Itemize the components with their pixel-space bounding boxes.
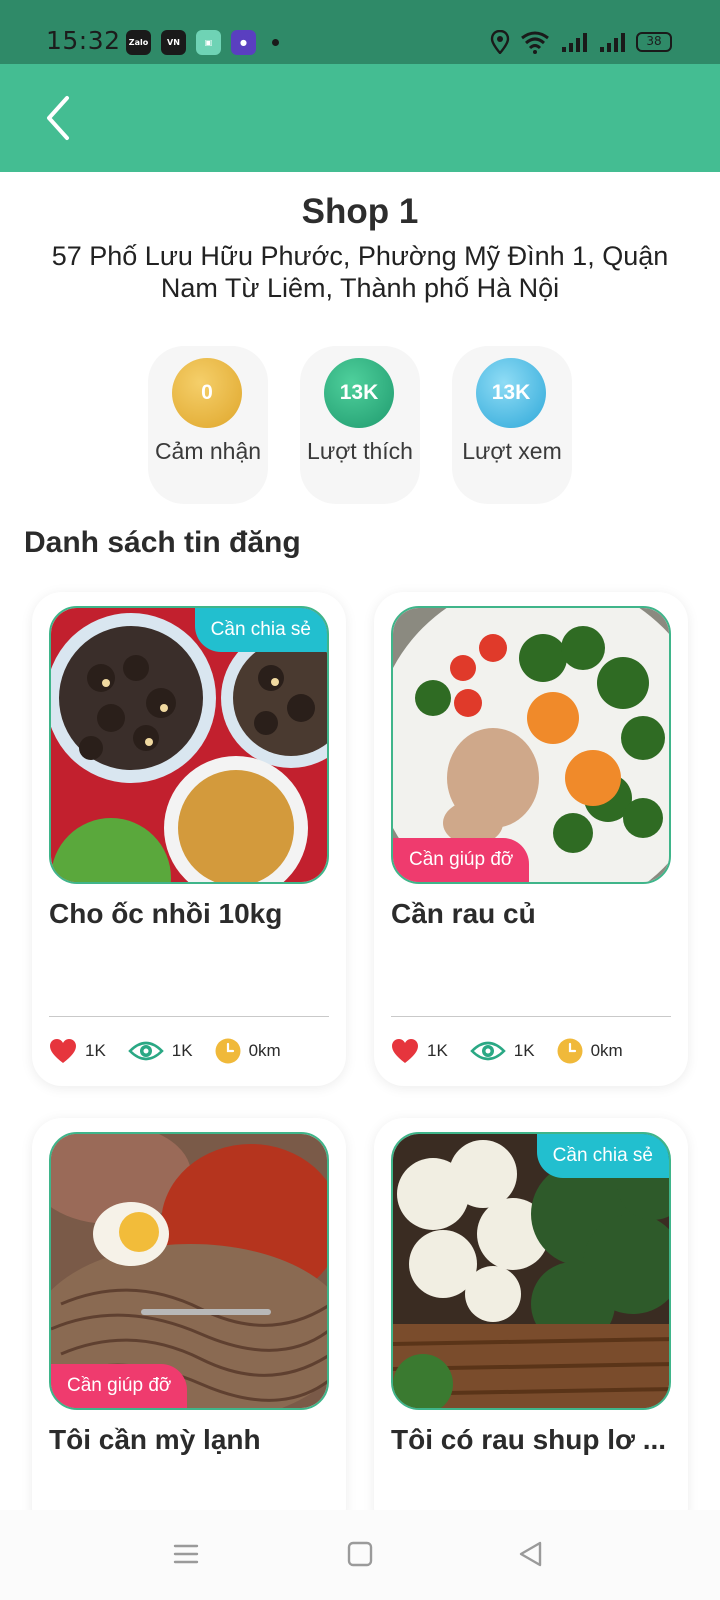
status-time: 15:32 bbox=[46, 26, 121, 55]
back-nav-button[interactable] bbox=[510, 1534, 550, 1574]
app-header bbox=[0, 64, 720, 172]
post-title: Cần rau củ bbox=[391, 898, 536, 929]
location-icon bbox=[490, 30, 510, 54]
post-title: Tôi cần mỳ lạnh bbox=[49, 1424, 261, 1455]
views-meta: 1K bbox=[470, 1039, 535, 1063]
views-meta: 1K bbox=[128, 1039, 193, 1063]
signal-icon bbox=[562, 33, 587, 52]
eye-icon bbox=[470, 1041, 506, 1061]
post-meta: 1K 1K 0km bbox=[391, 1038, 639, 1064]
post-title: Cho ốc nhồi 10kg bbox=[49, 898, 283, 929]
distance-meta: 0km bbox=[215, 1038, 281, 1064]
wifi-icon bbox=[521, 31, 549, 54]
stat-feedback[interactable]: 0 Cảm nhận bbox=[148, 346, 268, 504]
home-nav-button[interactable] bbox=[340, 1534, 380, 1574]
stat-views[interactable]: 13K Lượt xem bbox=[452, 346, 572, 504]
post-title: Tôi có rau shup lơ ... bbox=[391, 1424, 667, 1455]
signal-2-icon bbox=[600, 33, 625, 52]
battery-icon: 38 bbox=[636, 32, 672, 52]
status-badge: Cần chia sẻ bbox=[536, 1134, 669, 1178]
heart-icon bbox=[392, 1039, 418, 1063]
shop-name: Shop 1 bbox=[301, 192, 419, 231]
distance-value: 0km bbox=[590, 1041, 623, 1060]
stat-likes-label: Lượt thích bbox=[307, 438, 413, 464]
square-icon bbox=[347, 1541, 373, 1567]
stat-likes-value: 13K bbox=[324, 358, 394, 428]
stat-likes[interactable]: 13K Lượt thích bbox=[300, 346, 420, 504]
post-image: Cần giúp đỡ bbox=[49, 1132, 329, 1410]
post-card[interactable]: Cần giúp đỡ Tôi cần mỳ lạnh bbox=[32, 1118, 346, 1538]
system-nav-bar bbox=[0, 1510, 720, 1600]
divider bbox=[391, 1016, 671, 1017]
clock-icon bbox=[215, 1038, 241, 1064]
vn-app-icon: VN bbox=[161, 30, 186, 55]
views-count: 1K bbox=[513, 1041, 535, 1060]
shop-address: 57 Phố Lưu Hữu Phước, Phường Mỹ Đình 1, … bbox=[51, 241, 669, 303]
menu-icon bbox=[173, 1544, 199, 1564]
status-bar: 15:32 Zalo VN ▣ ● 38 bbox=[0, 0, 720, 64]
likes-count: 1K bbox=[85, 1041, 106, 1060]
triangle-back-icon bbox=[519, 1541, 542, 1567]
status-badge: Cần chia sẻ bbox=[194, 608, 327, 652]
shop-stats: 0 Cảm nhận 13K Lượt thích 13K Lượt xem bbox=[148, 346, 572, 504]
post-image: Cần giúp đỡ bbox=[391, 606, 671, 884]
wallet-app-icon: ▣ bbox=[196, 30, 221, 55]
clock-icon bbox=[557, 1038, 583, 1064]
status-badge: Cần giúp đỡ bbox=[393, 838, 530, 882]
divider bbox=[49, 1016, 329, 1017]
likes-meta: 1K bbox=[49, 1038, 106, 1064]
back-button[interactable] bbox=[30, 90, 86, 146]
views-count: 1K bbox=[171, 1041, 193, 1060]
post-image: Cần chia sẻ bbox=[391, 1132, 671, 1410]
notification-icons: Zalo VN ▣ ● bbox=[126, 30, 279, 55]
post-card[interactable]: Cần chia sẻ Cho ốc nhồi 10kg 1K 1K 0km bbox=[32, 592, 346, 1086]
post-card[interactable]: Cần chia sẻ Tôi có rau shup lơ ... bbox=[374, 1118, 688, 1538]
more-notifications-dot bbox=[272, 39, 279, 46]
post-meta: 1K 1K 0km bbox=[49, 1038, 297, 1064]
likes-count: 1K bbox=[427, 1041, 448, 1060]
heart-icon bbox=[50, 1039, 76, 1063]
stat-feedback-value: 0 bbox=[172, 358, 242, 428]
game-app-icon: ● bbox=[231, 30, 256, 55]
section-title: Danh sách tin đăng bbox=[24, 526, 301, 559]
zalo-app-icon: Zalo bbox=[126, 30, 151, 55]
battery-level: 38 bbox=[646, 34, 662, 48]
status-badge: Cần giúp đỡ bbox=[51, 1364, 188, 1408]
post-image: Cần chia sẻ bbox=[49, 606, 329, 884]
post-card[interactable]: Cần giúp đỡ Cần rau củ 1K 1K 0km bbox=[374, 592, 688, 1086]
eye-icon bbox=[128, 1041, 164, 1061]
likes-meta: 1K bbox=[391, 1038, 448, 1064]
menu-nav-button[interactable] bbox=[166, 1534, 206, 1574]
distance-value: 0km bbox=[248, 1041, 281, 1060]
stat-views-label: Lượt xem bbox=[462, 438, 562, 464]
stat-views-value: 13K bbox=[476, 358, 546, 428]
stat-feedback-label: Cảm nhận bbox=[154, 438, 262, 464]
chevron-left-icon bbox=[47, 96, 69, 140]
distance-meta: 0km bbox=[557, 1038, 623, 1064]
system-icons: 38 bbox=[490, 30, 672, 54]
